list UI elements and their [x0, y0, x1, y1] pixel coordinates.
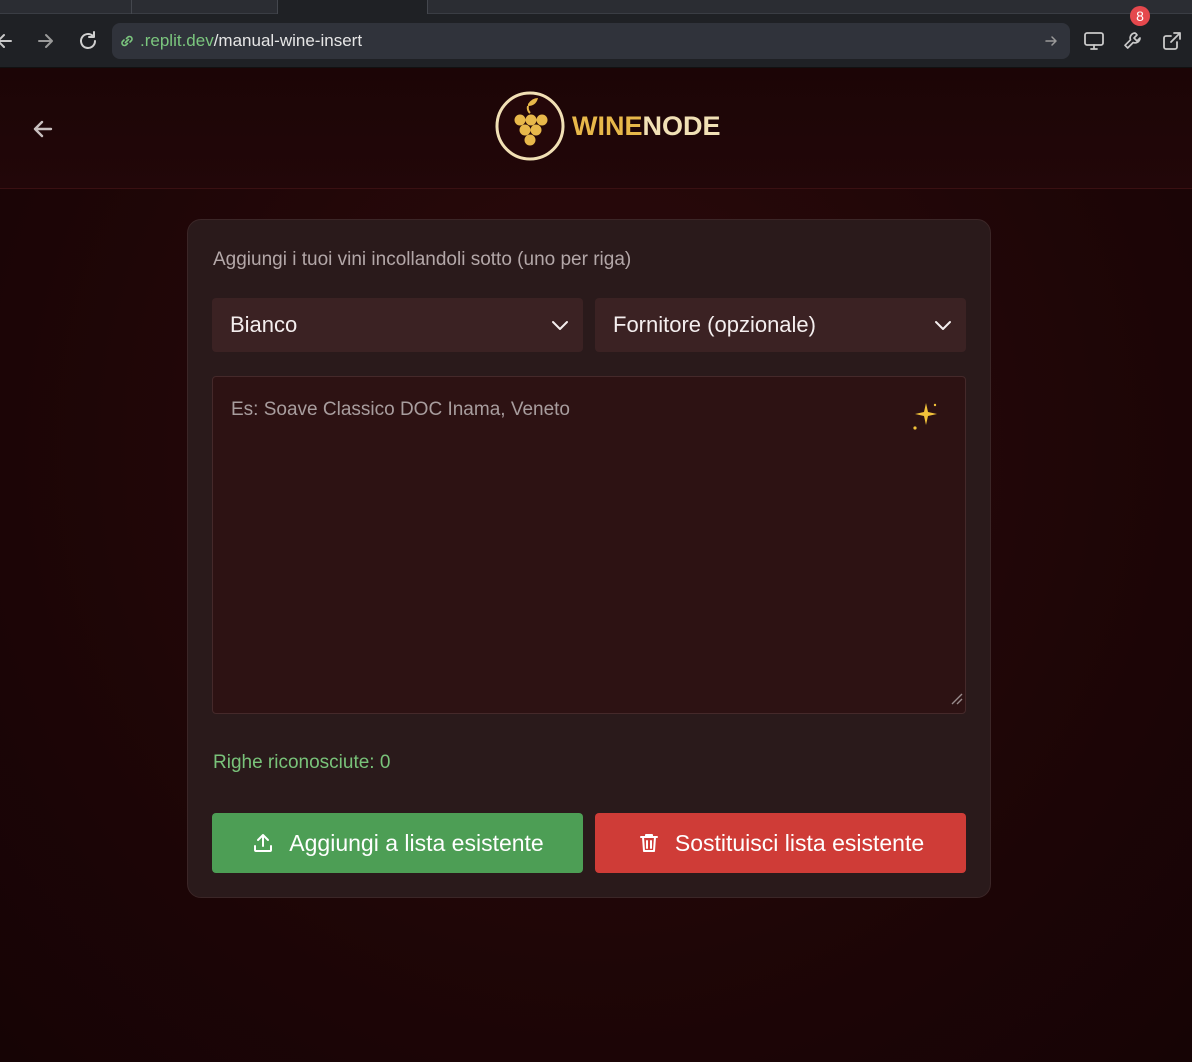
- url-host: .replit.dev: [140, 31, 214, 50]
- recognized-rows-count: Righe riconosciute: 0: [213, 752, 391, 773]
- main-area: Aggiungi i tuoi vini incollandoli sotto …: [0, 189, 1192, 1062]
- back-icon[interactable]: [0, 28, 18, 54]
- add-to-list-button[interactable]: Aggiungi a lista esistente: [212, 813, 583, 873]
- add-button-label: Aggiungi a lista esistente: [289, 829, 544, 856]
- external-link-icon[interactable]: [1159, 28, 1185, 54]
- replace-list-button[interactable]: Sostituisci lista esistente: [595, 813, 966, 873]
- screen-icon[interactable]: [1081, 28, 1107, 54]
- wine-insert-card: Aggiungi i tuoi vini incollandoli sotto …: [187, 219, 991, 898]
- logo-text: WINENODE: [572, 111, 721, 142]
- extensions-badge: 8: [1130, 6, 1150, 26]
- wine-list-textarea[interactable]: Es: Soave Classico DOC Inama, Veneto: [212, 376, 966, 714]
- supplier-value: Fornitore (opzionale): [613, 312, 816, 337]
- browser-tab-active[interactable]: [277, 0, 428, 14]
- replace-button-label: Sostituisci lista esistente: [674, 829, 925, 856]
- supplier-select[interactable]: Fornitore (opzionale): [595, 298, 966, 352]
- arrow-left-icon[interactable]: [28, 114, 58, 144]
- app-header: WINENODE: [0, 68, 1192, 189]
- reload-icon[interactable]: [75, 28, 101, 54]
- browser-tab-strip: [0, 0, 1192, 14]
- sparkle-icon[interactable]: [909, 401, 939, 441]
- forward-icon[interactable]: [32, 28, 58, 54]
- grape-logo-icon: [495, 91, 565, 161]
- browser-toolbar: .replit.dev/manual-wine-insert: [0, 14, 1192, 68]
- wine-type-select[interactable]: Bianco: [212, 298, 583, 352]
- textarea-placeholder: Es: Soave Classico DOC Inama, Veneto: [231, 399, 570, 420]
- go-arrow-icon[interactable]: [1042, 32, 1060, 55]
- url-path: /manual-wine-insert: [213, 31, 363, 50]
- resize-handle-icon[interactable]: [949, 689, 963, 711]
- chevron-down-icon: [932, 314, 954, 342]
- trash-icon: [639, 834, 658, 852]
- chevron-down-icon: [549, 314, 571, 342]
- address-bar[interactable]: .replit.dev/manual-wine-insert: [112, 23, 1070, 59]
- instruction-text: Aggiungi i tuoi vini incollandoli sotto …: [213, 249, 632, 270]
- wine-type-value: Bianco: [230, 312, 298, 337]
- logo-node: NODE: [642, 110, 721, 141]
- upload-icon: [254, 834, 273, 852]
- winenode-logo: WINENODE: [494, 90, 721, 162]
- wrench-icon[interactable]: [1120, 28, 1146, 54]
- logo-wine: WINE: [572, 110, 643, 141]
- link-icon: [118, 32, 136, 50]
- browser-tab[interactable]: [131, 0, 277, 14]
